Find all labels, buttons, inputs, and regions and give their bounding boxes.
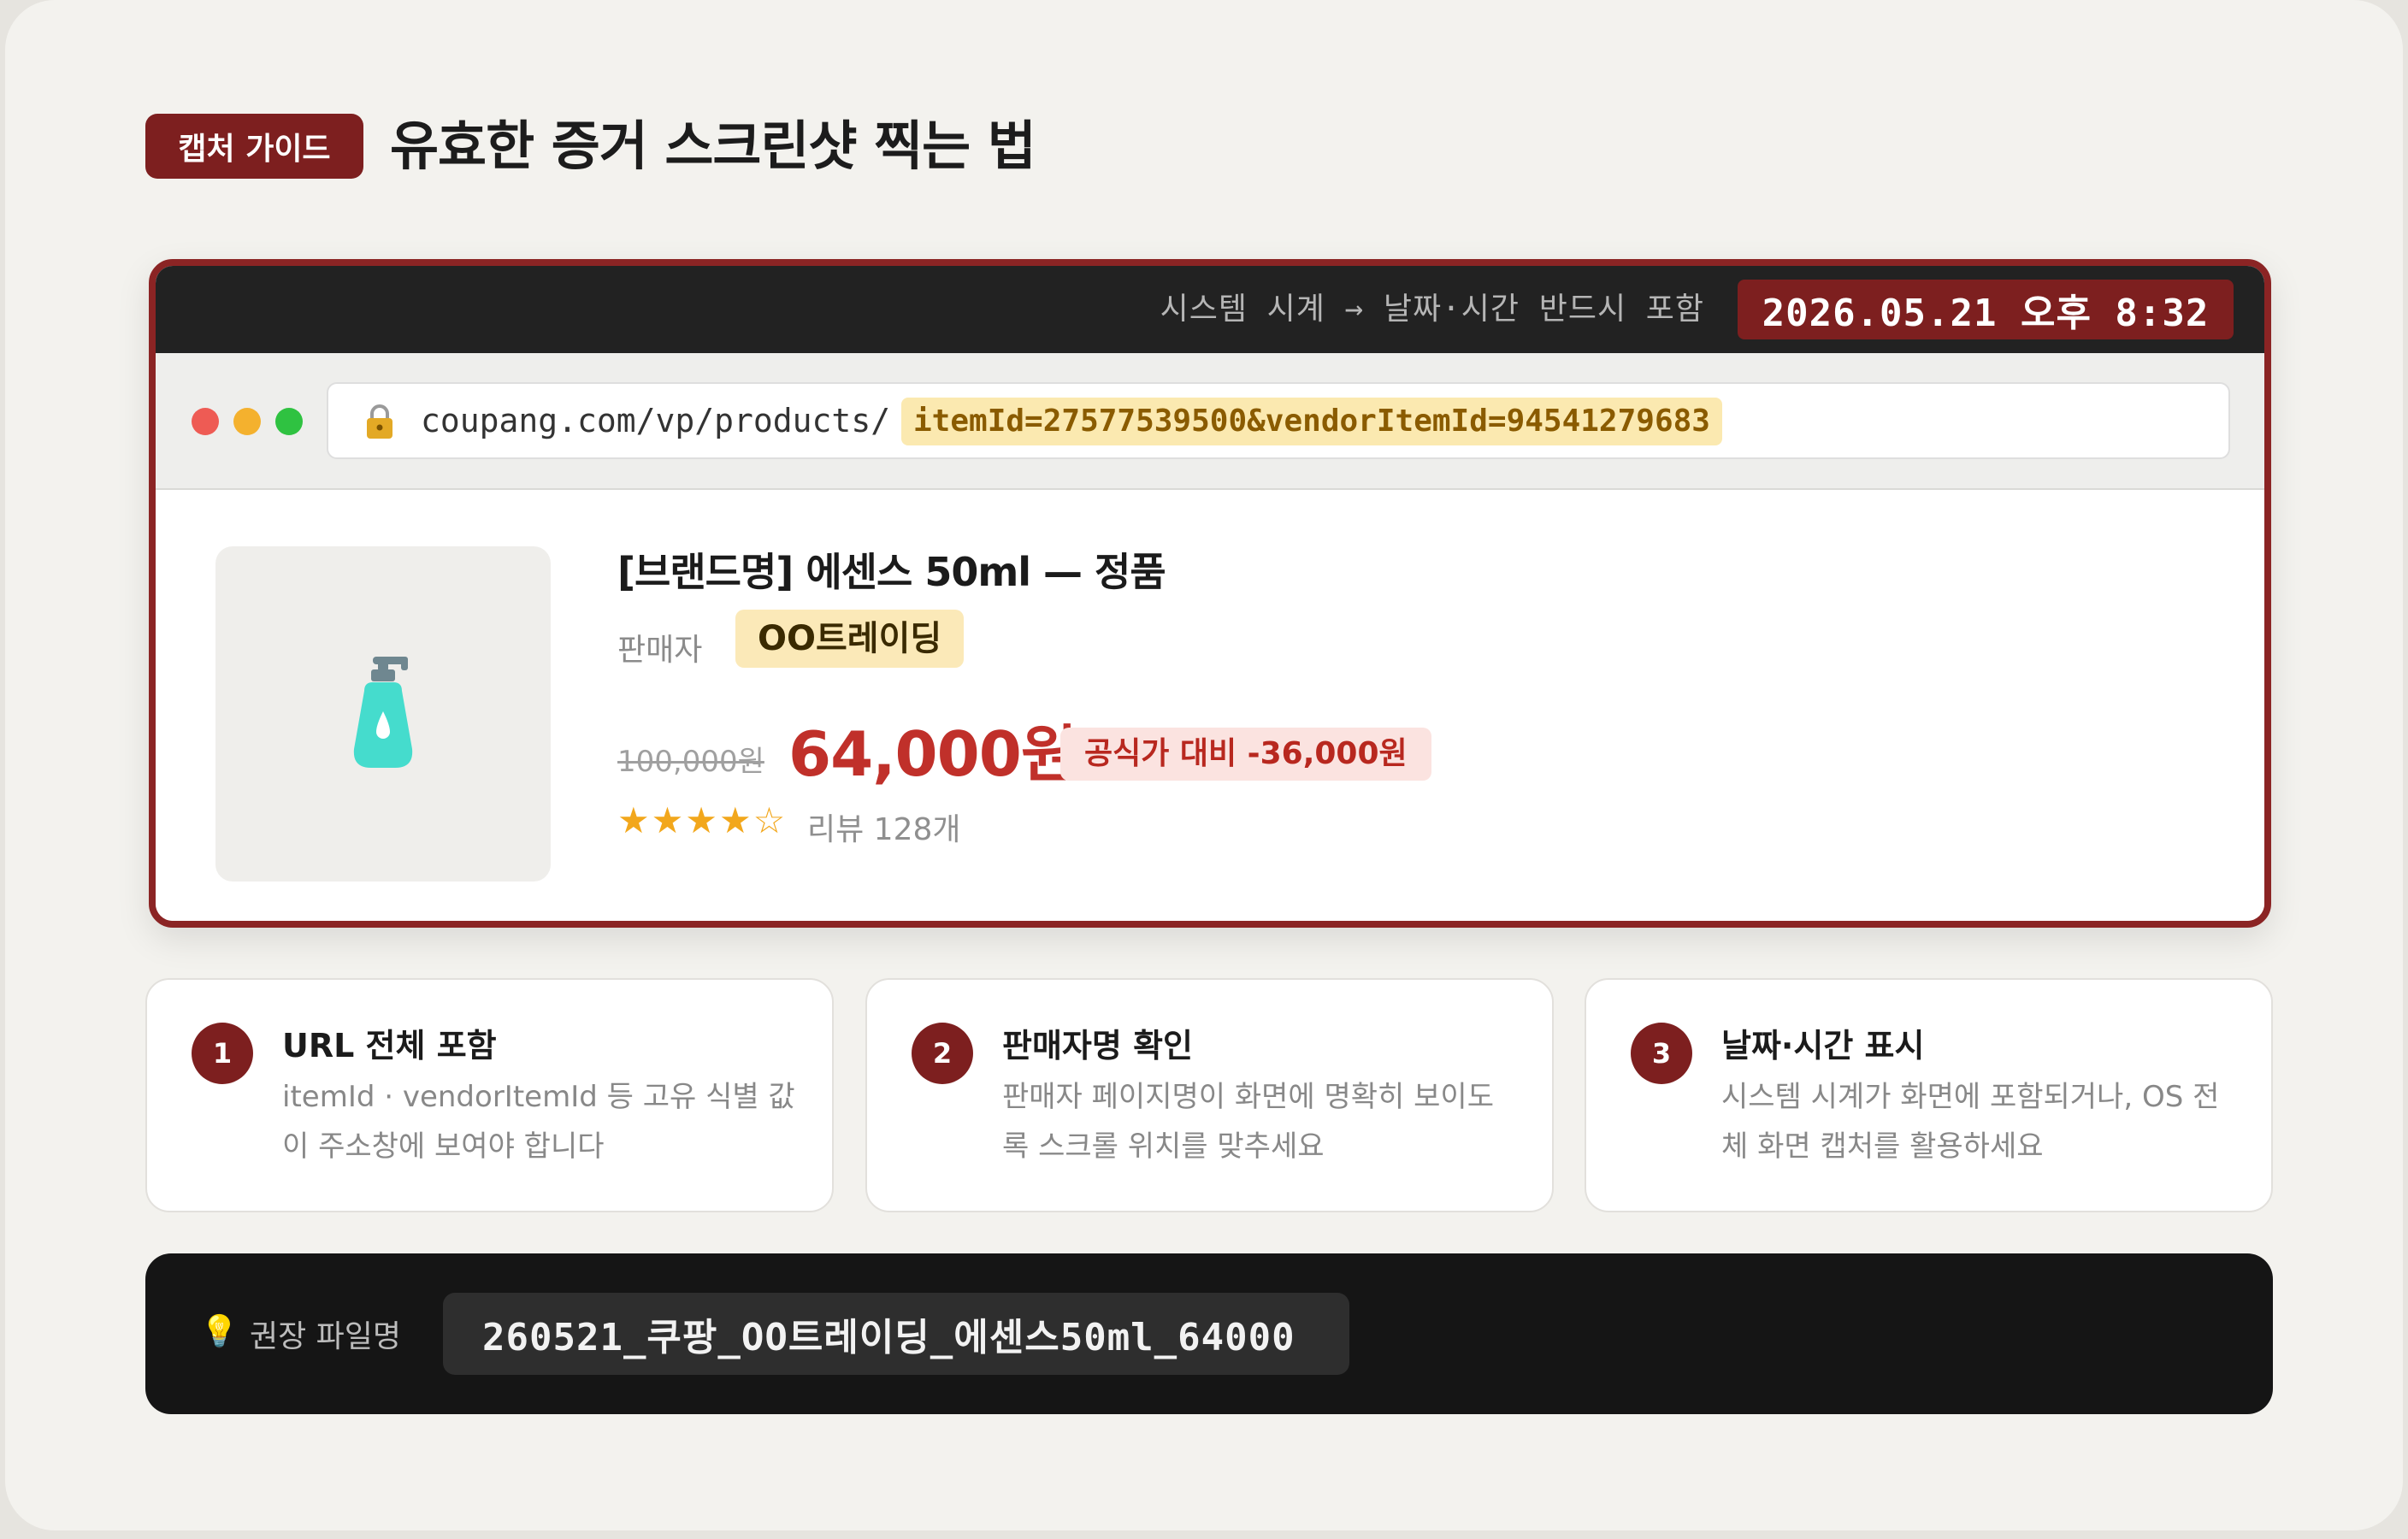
product-section: [브랜드명] 에센스 50ml — 정품 판매자 OO트레이딩 100,000원… xyxy=(156,490,2264,921)
product-image[interactable] xyxy=(215,546,551,882)
seller-label: 판매자 xyxy=(617,633,703,668)
guide-badge: 캡처 가이드 xyxy=(145,114,363,179)
lightbulb-icon: 💡 xyxy=(200,1314,239,1349)
step-number: 2 xyxy=(912,1023,973,1084)
review-count[interactable]: 리뷰 128개 xyxy=(807,805,961,849)
maximize-window-dot[interactable] xyxy=(275,408,303,435)
tip-card-datetime: 3 날짜·시간 표시 시스템 시계가 화면에 포함되거나, OS 전체 화면 캡… xyxy=(1585,978,2273,1212)
close-window-dot[interactable] xyxy=(192,408,219,435)
sale-price: 64,000원 xyxy=(788,718,1077,790)
minimize-window-dot[interactable] xyxy=(233,408,261,435)
browser-toolbar: coupang.com/vp/products/ itemId=27577539… xyxy=(156,353,2264,490)
tip-title: 날짜·시간 표시 xyxy=(1721,1027,1925,1064)
step-number: 1 xyxy=(192,1023,253,1084)
tip-card-seller: 2 판매자명 확인 판매자 페이지명이 화면에 명확히 보이도록 스크롤 위치를… xyxy=(865,978,1554,1212)
system-clock-bar: 시스템 시계 → 날짜·시간 반드시 포함 2026.05.21 오후 8:32 xyxy=(156,266,2264,353)
tip-body: 시스템 시계가 화면에 포함되거나, OS 전체 화면 캡처를 활용하세요 xyxy=(1721,1080,2220,1164)
guide-card: 캡처 가이드 유효한 증거 스크린샷 찍는 법 시스템 시계 → 날짜·시간 반… xyxy=(5,0,2403,1530)
discount-badge: 공식가 대비 -36,000원 xyxy=(1060,728,1431,781)
step-number: 3 xyxy=(1631,1023,1692,1084)
system-clock: 2026.05.21 오후 8:32 xyxy=(1738,280,2234,339)
pump-bottle-icon xyxy=(353,657,413,768)
seller-name-chip[interactable]: OO트레이딩 xyxy=(735,610,965,668)
address-bar[interactable]: coupang.com/vp/products/ itemId=27577539… xyxy=(327,382,2230,459)
tip-body: itemId · vendorItemId 등 고유 식별 값이 주소창에 보여… xyxy=(282,1080,795,1164)
star-rating: ★★★★☆ xyxy=(617,799,788,841)
tip-title: URL 전체 포함 xyxy=(282,1027,497,1064)
tip-card-url: 1 URL 전체 포함 itemId · vendorItemId 등 고유 식… xyxy=(145,978,834,1212)
filename-banner: 💡 권장 파일명 260521_쿠팡_OO트레이딩_에센스50ml_64000 xyxy=(145,1253,2273,1414)
lock-icon xyxy=(363,403,397,440)
page-title: 유효한 증거 스크린샷 찍는 법 xyxy=(390,115,1036,177)
url-base: coupang.com/vp/products/ xyxy=(421,402,891,439)
url-params-highlight: itemId=27577539500&vendorItemId=94541279… xyxy=(901,398,1722,445)
tip-title: 판매자명 확인 xyxy=(1002,1027,1193,1064)
original-price: 100,000원 xyxy=(617,745,764,779)
clock-hint: 시스템 시계 → 날짜·시간 반드시 포함 xyxy=(1160,292,1704,327)
tip-body: 판매자 페이지명이 화면에 명확히 보이도록 스크롤 위치를 맞추세요 xyxy=(1002,1080,1494,1164)
browser-mockup: 시스템 시계 → 날짜·시간 반드시 포함 2026.05.21 오후 8:32… xyxy=(149,259,2271,928)
filename-value[interactable]: 260521_쿠팡_OO트레이딩_에센스50ml_64000 xyxy=(443,1293,1349,1375)
filename-label: 권장 파일명 xyxy=(250,1319,402,1354)
product-name: [브랜드명] 에센스 50ml — 정품 xyxy=(617,549,1166,595)
